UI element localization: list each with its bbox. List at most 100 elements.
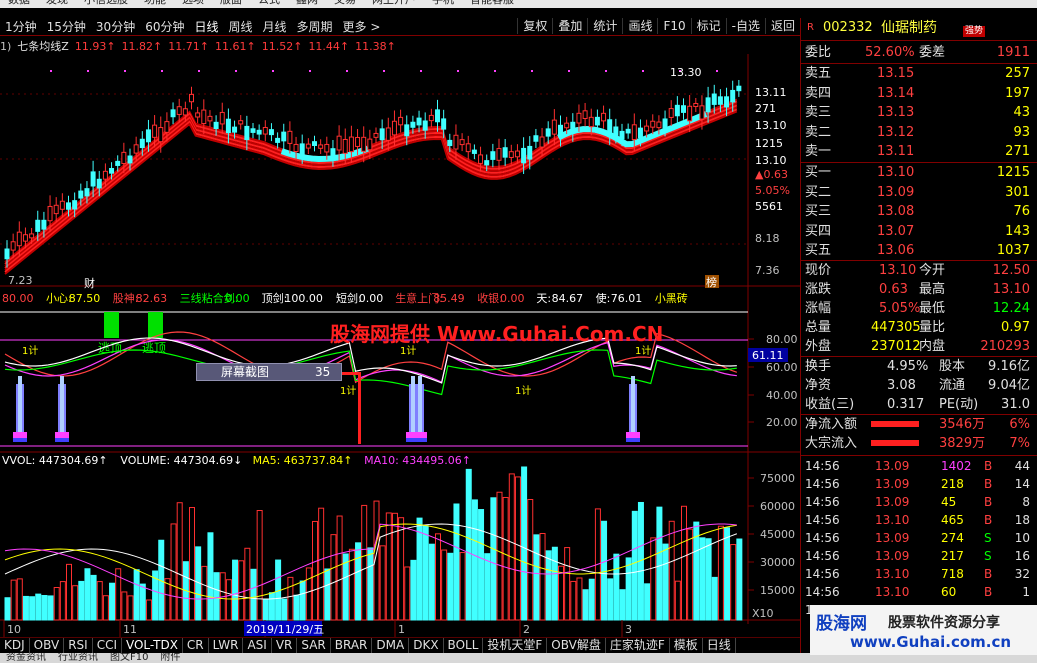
marker-bang[interactable]: 榜 (705, 275, 719, 289)
tick-count-6: 32 (1014, 567, 1030, 581)
status-item-1[interactable]: 行业资讯 (58, 653, 98, 663)
period-tab-4[interactable]: 日线 (189, 18, 223, 36)
ind-axis-1: 60.00 (766, 361, 798, 374)
indicator-tab-13[interactable]: BOLL (444, 638, 484, 653)
red-signal-bar (358, 372, 361, 444)
date-label-0: 10 (7, 623, 21, 636)
marker-cai[interactable]: 财 (84, 276, 95, 290)
indicator-tab-7[interactable]: ASI (243, 638, 272, 653)
menu-item-7[interactable]: 鑫网 (296, 0, 318, 5)
stat2-label2-0: 股本 (939, 359, 966, 374)
menu-item-5[interactable]: 版面 (220, 0, 242, 5)
indicator-tab-15[interactable]: OBV解盘 (547, 638, 606, 653)
indicator-tab-16[interactable]: 庄家轨迹F (606, 638, 670, 653)
period-tab-5[interactable]: 周线 (224, 18, 258, 36)
ask-row-3: 卖二 13.12 93 (801, 123, 1037, 142)
indicator-tab-14[interactable]: 投机天堂F (483, 638, 548, 653)
indicator-tab-4[interactable]: VOL-TDX (122, 638, 183, 653)
volume-unit: X10 (752, 607, 774, 620)
toolbar-btn-0[interactable]: 复权 (517, 18, 552, 34)
period-tab-2[interactable]: 30分钟 (91, 18, 140, 36)
menu-item-6[interactable]: 公式 (258, 0, 280, 5)
tick-side-4: S (984, 531, 992, 545)
tick-vol-1: 218 (941, 477, 964, 491)
indicator-tab-11[interactable]: DMA (372, 638, 410, 653)
tick-row-1: 14:56 13.09 218 B 14 (801, 475, 1037, 493)
period-tab-3[interactable]: 60分钟 (140, 18, 189, 36)
stat-label2-1: 最高 (919, 282, 946, 297)
period-tab-8[interactable]: 更多 > (338, 18, 386, 36)
stat2-value2-0: 9.16亿 (988, 359, 1030, 374)
menu-item-0[interactable]: 数据 (8, 0, 30, 5)
date-label-3: 1 (398, 623, 405, 636)
menu-item-4[interactable]: 选项 (182, 0, 204, 5)
tick-row-7: 14:56 13.10 60 B 1 (801, 583, 1037, 601)
toolbar-btn-6[interactable]: -自选 (725, 18, 765, 34)
stat2-label2-1: 流通 (939, 378, 966, 393)
buy-label-1: 1计 (340, 384, 356, 397)
menu-item-1[interactable]: 发现 (46, 0, 68, 5)
tick-side-1: B (984, 477, 993, 491)
price-label-0: 13.30 (670, 66, 702, 79)
stat-value-0: 13.10 (879, 263, 917, 278)
ma-value-2: 11.71↑ (168, 40, 209, 53)
toolbar-btn-2[interactable]: 统计 (587, 18, 622, 34)
menu-item-2[interactable]: 小信选股 (84, 0, 128, 5)
indicator-tab-12[interactable]: DKX (409, 638, 444, 653)
indicator-tab-18[interactable]: 日线 (703, 638, 736, 653)
menu-item-3[interactable]: 功能 (144, 0, 166, 5)
toolbar-btn-4[interactable]: F10 (657, 18, 690, 34)
bid-row-2: 买三 13.08 76 (801, 202, 1037, 221)
indicator-tab-1[interactable]: OBV (30, 638, 65, 653)
menu-item-9[interactable]: 网上开户 (372, 0, 416, 5)
period-tab-1[interactable]: 15分钟 (42, 18, 91, 36)
ask-vol-0: 257 (1005, 66, 1030, 81)
menu-item-8[interactable]: 交易 (334, 0, 356, 5)
menu-item-11[interactable]: 智能客服 (470, 0, 514, 5)
indicator-tab-0[interactable]: KDJ (0, 638, 30, 653)
indicator-tab-3[interactable]: CCI (93, 638, 122, 653)
date-cursor: 2019/11/29/五 (246, 623, 324, 636)
indicator-tab-9[interactable]: SAR (297, 638, 331, 653)
low-price-label: 7.23 (8, 274, 33, 287)
stat-row-1: 涨跌 0.63 最高 13.10 (801, 280, 1037, 299)
ask-label-1: 卖四 (805, 85, 832, 101)
toolbar-btn-3[interactable]: 画线 (622, 18, 657, 34)
indicator-tab-5[interactable]: CR (183, 638, 209, 653)
period-tab-6[interactable]: 月线 (258, 18, 292, 36)
status-item-3[interactable]: 附件 (160, 653, 180, 663)
stat2-label-0: 换手 (805, 359, 832, 374)
period-tab-7[interactable]: 多周期 (292, 18, 338, 36)
bid-row-0: 买一 13.10 1215 (801, 163, 1037, 182)
toolbar-btn-5[interactable]: 标记 (690, 18, 726, 34)
indicator-tab-10[interactable]: BRAR (331, 638, 373, 653)
indicator-tab-2[interactable]: RSI (64, 638, 93, 653)
indicator-tab-6[interactable]: LWR (209, 638, 244, 653)
price-label-8: 5561 (755, 200, 783, 213)
status-item-0[interactable]: 资金资讯 (6, 653, 46, 663)
tick-vol-2: 45 (941, 495, 957, 509)
stock-code[interactable]: 002332 (823, 18, 873, 38)
stat2-value-1: 3.08 (887, 378, 916, 393)
tick-price-1: 13.09 (875, 477, 910, 491)
indicator-tab-8[interactable]: VR (272, 638, 298, 653)
stock-name[interactable]: 仙琚制药 (881, 18, 937, 38)
stat-value2-0: 12.50 (992, 263, 1030, 278)
toolbar-btn-1[interactable]: 叠加 (552, 18, 587, 34)
svg-text:榜: 榜 (706, 275, 717, 289)
webi-label: 委比 (805, 45, 832, 60)
toolbar-btn-7[interactable]: 返回 (764, 18, 800, 34)
menu-item-10[interactable]: 手机 (432, 0, 454, 5)
period-toolbar: 1分钟 15分钟 30分钟 60分钟 日线 周线 月线 多周期 更多 > 复权 叠加 统计 画线 F10… (0, 18, 800, 36)
period-tab-0[interactable]: 1分钟 (0, 18, 42, 36)
bid-row-4: 买五 13.06 1037 (801, 241, 1037, 260)
screenshot-tip[interactable]: 屏幕截图 35 (196, 363, 342, 381)
tick-side-2: B (984, 495, 993, 509)
status-item-2[interactable]: 图文F10 (110, 653, 148, 663)
bid-price-3: 13.07 (877, 223, 915, 239)
flow-bar-1 (871, 440, 919, 446)
menubar: 数据 发现 小信选股 功能 选项 版面 公式 鑫网 交易 网上开户 手机 智能客服 (0, 0, 1037, 8)
indicator-tab-17[interactable]: 模板 (670, 638, 703, 653)
ask-row-2: 卖三 13.13 43 (801, 103, 1037, 122)
tick-row-3: 14:56 13.10 465 B 18 (801, 511, 1037, 529)
